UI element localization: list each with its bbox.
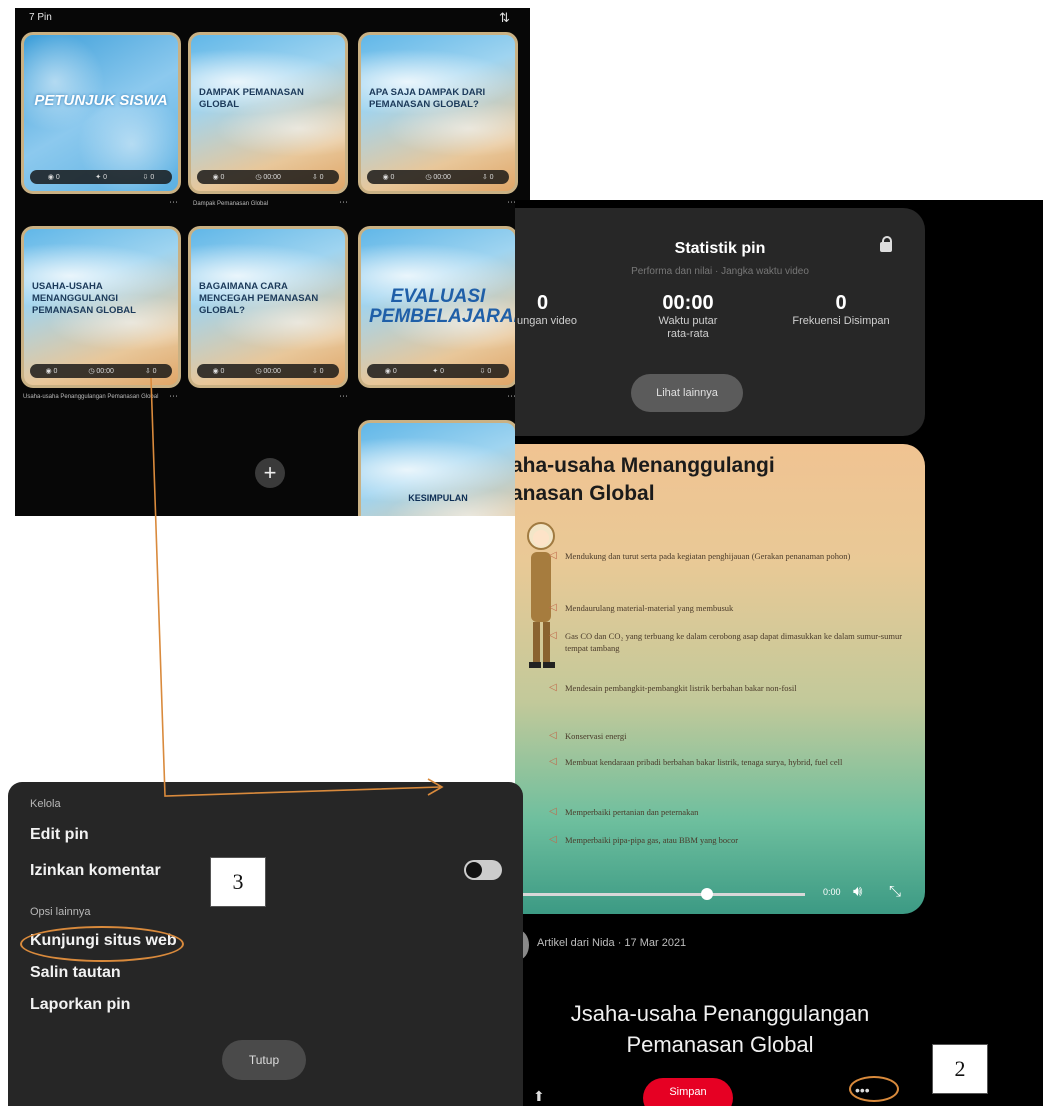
annotation-arrow [150,377,444,797]
